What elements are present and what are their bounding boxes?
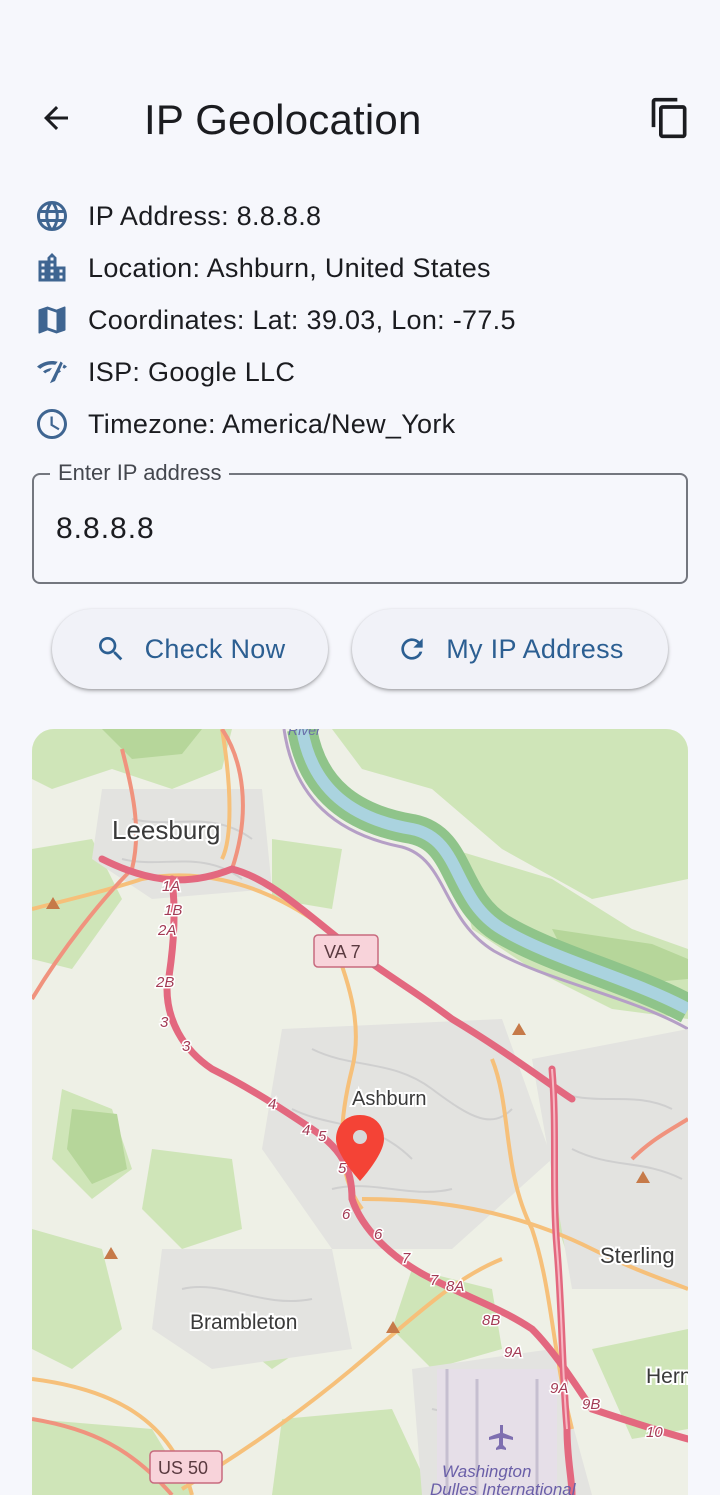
back-button[interactable]: [28, 96, 84, 144]
geo-info-list: IP Address: 8.8.8.8 Location: Ashburn, U…: [34, 190, 694, 450]
map-label-dulles: Dulles International: [430, 1480, 577, 1495]
location-map[interactable]: River Leesburg VA 7 Ashburn Sterling Bra…: [32, 729, 688, 1495]
exit-label: 7: [430, 1272, 439, 1289]
exit-label: 2B: [155, 974, 174, 991]
exit-label: 7: [402, 1250, 411, 1267]
location-text: Location: Ashburn, United States: [88, 252, 491, 283]
map-label-herndon: Hern: [646, 1365, 688, 1388]
info-timezone: Timezone: America/New_York: [34, 398, 694, 450]
exit-label: 1A: [162, 878, 180, 895]
info-isp: ISP: Google LLC: [34, 346, 694, 398]
map-label-leesburg: Leesburg: [112, 815, 220, 845]
map-label-ashburn: Ashburn: [352, 1088, 427, 1110]
map-canvas: River Leesburg VA 7 Ashburn Sterling Bra…: [32, 729, 688, 1495]
map-label-river: River: [288, 729, 322, 738]
isp-text: ISP: Google LLC: [88, 356, 296, 387]
map-icon: [34, 302, 70, 338]
ip-address-input[interactable]: [56, 505, 656, 553]
map-label-us50: US 50: [158, 1458, 208, 1478]
clock-icon: [34, 406, 70, 442]
map-label-brambleton: Brambleton: [190, 1311, 297, 1334]
exit-label: 3: [160, 1014, 169, 1031]
wifi-icon: [34, 354, 70, 390]
my-ip-address-label: My IP Address: [446, 633, 624, 664]
exit-label: 6: [374, 1226, 383, 1243]
exit-label: 9B: [582, 1396, 600, 1413]
app-bar: IP Geolocation: [0, 80, 720, 160]
page-title: IP Geolocation: [144, 96, 422, 143]
map-label-va7: VA 7: [324, 942, 361, 962]
refresh-icon: [396, 633, 428, 665]
my-ip-address-button[interactable]: My IP Address: [352, 609, 668, 689]
exit-label: 3: [182, 1038, 191, 1055]
exit-label: 10: [646, 1424, 663, 1441]
exit-label: 1B: [164, 902, 182, 919]
check-now-label: Check Now: [144, 633, 286, 664]
info-ip-address: IP Address: 8.8.8.8: [34, 190, 694, 242]
timezone-text: Timezone: America/New_York: [88, 408, 456, 439]
exit-label: 9A: [550, 1380, 568, 1397]
exit-label: 5: [318, 1128, 327, 1145]
arrow-back-icon: [38, 100, 74, 141]
exit-label: 8A: [446, 1278, 464, 1295]
info-location: Location: Ashburn, United States: [34, 242, 694, 294]
copy-button[interactable]: [644, 94, 696, 146]
exit-label: 4: [302, 1122, 310, 1139]
info-coordinates: Coordinates: Lat: 39.03, Lon: -77.5: [34, 294, 694, 346]
copy-icon: [648, 96, 692, 145]
check-now-button[interactable]: Check Now: [52, 609, 328, 689]
exit-label: 8B: [482, 1312, 500, 1329]
map-label-washington: Washington: [442, 1462, 531, 1481]
coordinates-text: Coordinates: Lat: 39.03, Lon: -77.5: [88, 304, 516, 335]
building-icon: [34, 250, 70, 286]
ip-address-field[interactable]: Enter IP address: [32, 459, 688, 584]
exit-label: 2A: [157, 922, 176, 939]
exit-label: 4: [268, 1096, 276, 1113]
ip-field-label: Enter IP address: [50, 459, 230, 487]
map-label-sterling: Sterling: [600, 1243, 675, 1268]
exit-label: 6: [342, 1206, 351, 1223]
globe-icon: [34, 198, 70, 234]
ip-address-text: IP Address: 8.8.8.8: [88, 200, 322, 231]
search-icon: [95, 633, 127, 665]
exit-label: 9A: [504, 1344, 522, 1361]
